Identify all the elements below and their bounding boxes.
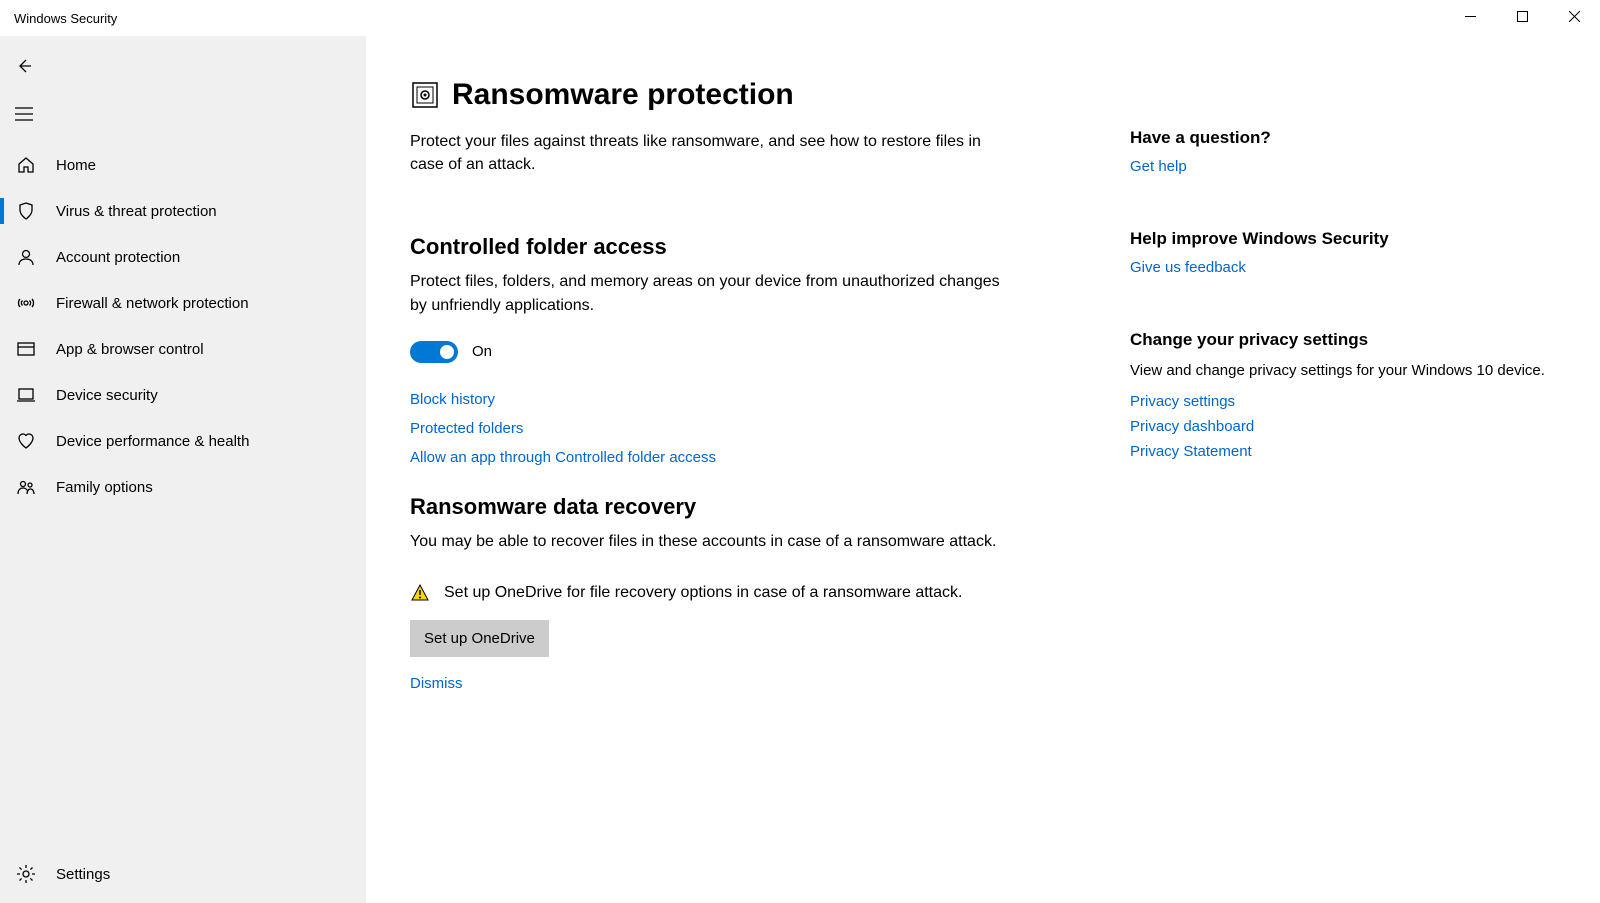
maximize-button[interactable] <box>1496 0 1548 32</box>
person-icon <box>14 245 38 269</box>
recovery-notice: Set up OneDrive for file recovery option… <box>410 581 1010 604</box>
network-icon <box>14 291 38 315</box>
browser-icon <box>14 337 38 361</box>
side-title: Have a question? <box>1130 128 1558 148</box>
side-description: View and change privacy settings for you… <box>1130 360 1558 383</box>
page-header: Ransomware protection <box>410 78 1010 112</box>
window-controls <box>1444 0 1600 36</box>
device-icon <box>14 383 38 407</box>
recovery-section: Ransomware data recovery You may be able… <box>410 494 1010 692</box>
ransomware-icon <box>410 80 440 110</box>
sidebar-item-family[interactable]: Family options <box>0 464 366 510</box>
sidebar-item-label: Device performance & health <box>56 433 249 450</box>
shield-icon <box>14 199 38 223</box>
side-panel: Have a question? Get help Help improve W… <box>1130 78 1558 903</box>
help-section: Have a question? Get help <box>1130 128 1558 175</box>
sidebar-item-account-protection[interactable]: Account protection <box>0 234 366 280</box>
sidebar-item-home[interactable]: Home <box>0 142 366 188</box>
page-title: Ransomware protection <box>452 78 794 112</box>
main-content: Ransomware protection Protect your files… <box>366 36 1600 903</box>
side-title: Change your privacy settings <box>1130 330 1558 350</box>
controlled-folder-toggle[interactable] <box>410 341 458 363</box>
sidebar: Home Virus & threat protection Account p… <box>0 36 366 903</box>
hamburger-menu-button[interactable] <box>0 90 48 138</box>
section-title: Controlled folder access <box>410 234 1010 260</box>
titlebar: Windows Security <box>0 0 1600 36</box>
sidebar-item-app-browser[interactable]: App & browser control <box>0 326 366 372</box>
section-description: You may be able to recover files in thes… <box>410 530 1010 553</box>
toggle-state-label: On <box>472 343 492 360</box>
close-button[interactable] <box>1548 0 1600 32</box>
block-history-link[interactable]: Block history <box>410 391 495 408</box>
feedback-link[interactable]: Give us feedback <box>1130 259 1246 276</box>
dismiss-link[interactable]: Dismiss <box>410 675 463 692</box>
sidebar-item-settings[interactable]: Settings <box>0 851 366 897</box>
toggle-row: On <box>410 341 1010 363</box>
privacy-statement-link[interactable]: Privacy Statement <box>1130 443 1252 460</box>
sidebar-item-label: Account protection <box>56 249 180 266</box>
sidebar-item-performance-health[interactable]: Device performance & health <box>0 418 366 464</box>
sidebar-item-label: Settings <box>56 866 110 883</box>
health-icon <box>14 429 38 453</box>
sidebar-item-virus-threat[interactable]: Virus & threat protection <box>0 188 366 234</box>
section-description: Protect files, folders, and memory areas… <box>410 270 1010 316</box>
protected-folders-link[interactable]: Protected folders <box>410 420 523 437</box>
side-title: Help improve Windows Security <box>1130 229 1558 249</box>
sidebar-item-label: Home <box>56 157 96 174</box>
window-title: Windows Security <box>14 11 117 26</box>
sidebar-item-label: Family options <box>56 479 153 496</box>
section-title: Ransomware data recovery <box>410 494 1010 520</box>
home-icon <box>14 153 38 177</box>
privacy-section: Change your privacy settings View and ch… <box>1130 330 1558 460</box>
back-button[interactable] <box>0 42 48 90</box>
get-help-link[interactable]: Get help <box>1130 158 1187 175</box>
gear-icon <box>14 862 38 886</box>
sidebar-item-label: Device security <box>56 387 158 404</box>
sidebar-item-label: Virus & threat protection <box>56 203 217 220</box>
sidebar-item-firewall[interactable]: Firewall & network protection <box>0 280 366 326</box>
page-description: Protect your files against threats like … <box>410 130 1010 176</box>
sidebar-item-label: Firewall & network protection <box>56 295 249 312</box>
minimize-button[interactable] <box>1444 0 1496 32</box>
privacy-dashboard-link[interactable]: Privacy dashboard <box>1130 418 1254 435</box>
privacy-settings-link[interactable]: Privacy settings <box>1130 393 1235 410</box>
setup-onedrive-button[interactable]: Set up OneDrive <box>410 620 549 657</box>
recovery-notice-text: Set up OneDrive for file recovery option… <box>444 581 962 604</box>
sidebar-item-device-security[interactable]: Device security <box>0 372 366 418</box>
improve-section: Help improve Windows Security Give us fe… <box>1130 229 1558 276</box>
sidebar-item-label: App & browser control <box>56 341 204 358</box>
nav-list: Home Virus & threat protection Account p… <box>0 142 366 510</box>
allow-app-link[interactable]: Allow an app through Controlled folder a… <box>410 449 716 466</box>
warning-icon <box>410 583 430 603</box>
family-icon <box>14 475 38 499</box>
controlled-folder-section: Controlled folder access Protect files, … <box>410 234 1010 465</box>
